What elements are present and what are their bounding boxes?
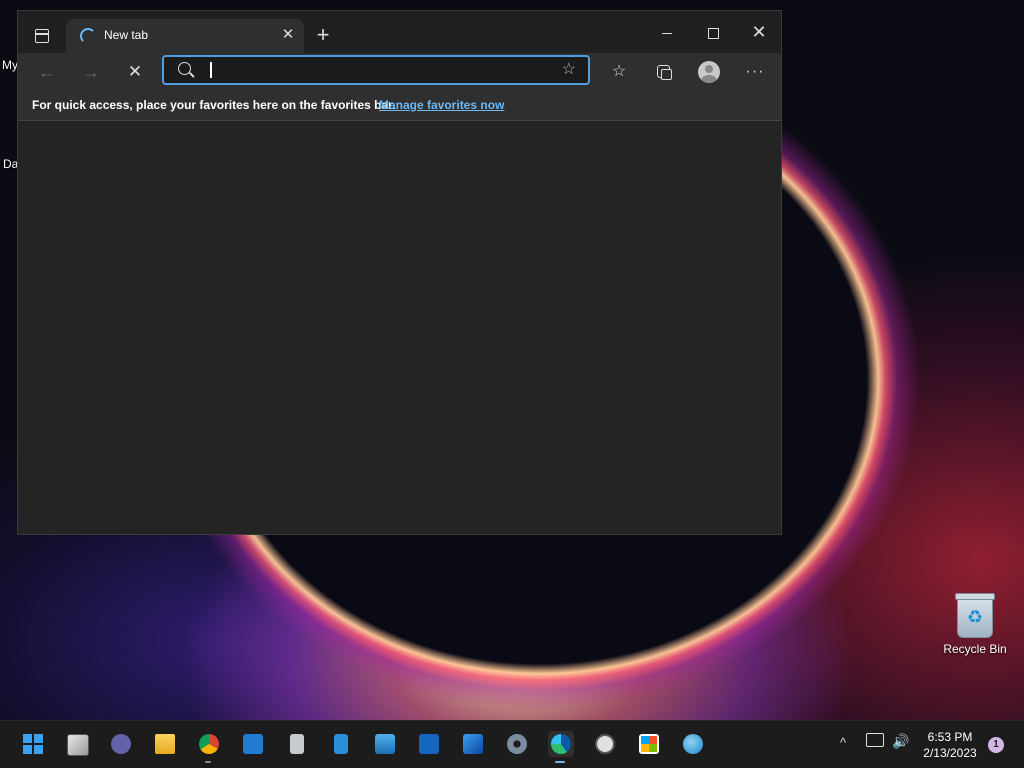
manage-favorites-link[interactable]: Manage favorites now — [379, 98, 504, 112]
tab-title: New tab — [104, 28, 149, 42]
gear-icon — [507, 734, 527, 754]
settings-and-more-button[interactable]: ··· — [740, 59, 770, 85]
chrome-icon — [199, 734, 219, 754]
profile-button[interactable] — [694, 59, 724, 85]
edge-icon — [551, 734, 571, 754]
tab-new-tab[interactable]: New tab ✕ — [66, 19, 304, 53]
favorites-bar-message: For quick access, place your favorites h… — [32, 98, 396, 112]
recycle-bin-label: Recycle Bin — [943, 642, 1007, 656]
title-bar[interactable]: New tab ✕ + ✕ — [18, 11, 781, 53]
show-hidden-icons-button[interactable]: ^ — [840, 735, 846, 750]
photos-icon — [463, 734, 483, 754]
browser-window: New tab ✕ + ✕ ← → ✕ ☆ ☆ ··· For quick ac… — [17, 10, 782, 535]
favorites-bar: For quick access, place your favorites h… — [18, 91, 781, 121]
search-icon — [178, 62, 191, 75]
recycle-bin-icon: ♻ — [955, 593, 995, 638]
back-button[interactable]: ← — [30, 59, 64, 85]
store-button[interactable] — [636, 731, 662, 757]
teams-chat-button[interactable] — [108, 731, 134, 757]
recycle-bin-shortcut[interactable]: ♻ Recycle Bin — [940, 593, 1010, 656]
control-panel-button[interactable] — [372, 731, 398, 757]
clock-icon — [595, 734, 615, 754]
notification-badge[interactable]: 1 — [988, 737, 1004, 753]
task-view-icon — [67, 734, 89, 756]
collections-button[interactable] — [648, 59, 678, 85]
start-button[interactable] — [20, 731, 46, 757]
store-icon — [639, 734, 659, 754]
media-player-button[interactable] — [416, 731, 442, 757]
new-tab-button[interactable]: + — [310, 23, 336, 49]
clock-date: 2/13/2023 — [923, 746, 977, 760]
taskbar: ^ 🔊 6:53 PM 2/13/2023 1 — [0, 720, 1024, 768]
folder-icon — [155, 734, 175, 754]
control-panel-icon — [375, 734, 395, 754]
active-indicator — [555, 761, 565, 763]
calendar-button[interactable] — [240, 731, 266, 757]
globe-icon — [683, 734, 703, 754]
address-bar[interactable]: ☆ — [162, 55, 590, 85]
add-favorite-icon[interactable]: ☆ — [562, 60, 576, 80]
maps-button[interactable] — [680, 731, 706, 757]
chrome-button[interactable] — [196, 731, 222, 763]
movie-icon — [419, 734, 439, 754]
notepad-icon — [334, 734, 348, 754]
settings-button[interactable] — [504, 731, 530, 757]
stop-loading-button[interactable]: ✕ — [118, 59, 152, 85]
file-explorer-button[interactable] — [152, 731, 178, 757]
loading-spinner-icon — [80, 28, 96, 44]
running-indicator — [205, 761, 211, 763]
minimize-button[interactable] — [644, 15, 690, 49]
calculator-button[interactable] — [284, 731, 310, 757]
forward-button[interactable]: → — [74, 59, 108, 85]
collections-icon — [656, 65, 672, 81]
windows-logo-icon — [23, 734, 43, 754]
clock-button[interactable]: 6:53 PM 2/13/2023 — [914, 729, 986, 761]
maximize-icon — [707, 27, 719, 39]
address-input[interactable] — [206, 59, 540, 83]
desktop-icon-label[interactable]: My — [2, 58, 18, 72]
edge-button[interactable] — [548, 731, 574, 763]
navigation-toolbar: ← → ✕ ☆ ☆ ··· — [18, 53, 781, 91]
avatar-icon — [698, 60, 720, 83]
network-icon[interactable] — [866, 733, 884, 747]
close-window-button[interactable]: ✕ — [736, 15, 782, 49]
teams-icon — [111, 734, 131, 754]
text-caret — [210, 62, 212, 78]
favorites-button[interactable]: ☆ — [604, 59, 634, 85]
clock-app-button[interactable] — [592, 731, 618, 757]
calendar-icon — [243, 734, 263, 754]
calculator-icon — [290, 734, 304, 754]
tab-actions-icon — [35, 29, 49, 43]
page-content — [18, 122, 781, 534]
tab-actions-button[interactable] — [24, 21, 60, 51]
photos-button[interactable] — [460, 731, 486, 757]
clock-time: 6:53 PM — [927, 730, 973, 744]
task-view-button[interactable] — [64, 731, 90, 757]
volume-icon[interactable]: 🔊 — [892, 733, 909, 750]
maximize-button[interactable] — [690, 15, 736, 49]
minimize-icon — [662, 32, 672, 34]
notepad-button[interactable] — [328, 731, 354, 757]
tab-close-button[interactable]: ✕ — [278, 25, 298, 45]
